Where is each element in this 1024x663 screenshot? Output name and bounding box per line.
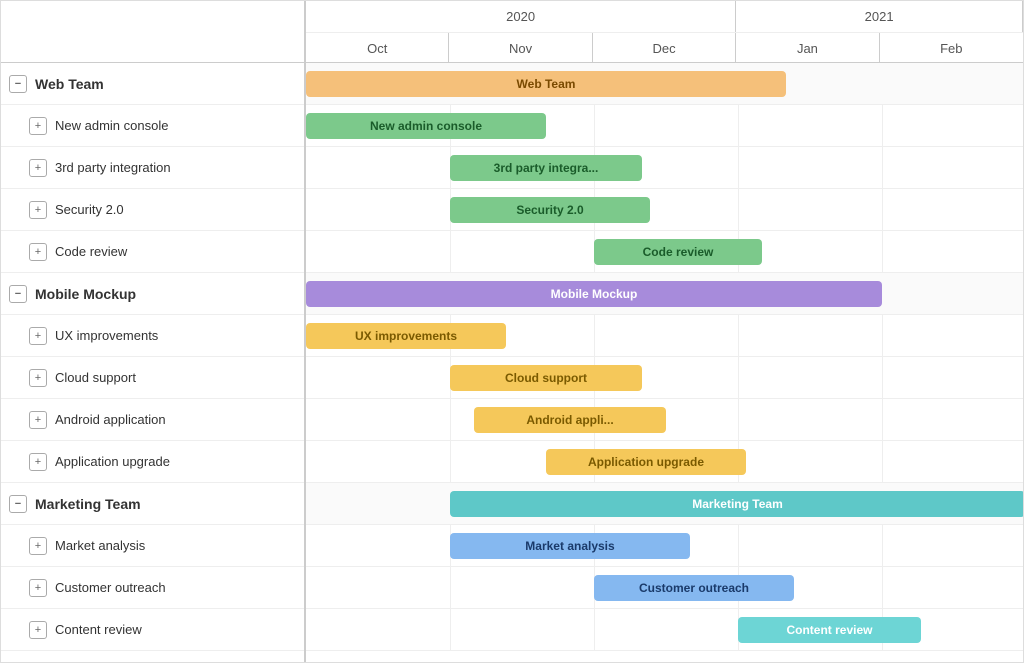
year-cell: 2020 [306,1,736,32]
gantt-child-row: Code review [306,231,1023,273]
gantt-child-row: New admin console [306,105,1023,147]
gantt-bar[interactable]: Mobile Mockup [306,281,882,307]
gantt-bar[interactable]: Cloud support [450,365,642,391]
task-label: Marketing Team [35,496,141,512]
year-cell: 2021 [736,1,1023,32]
collapse-icon[interactable]: − [9,75,27,93]
child-row-label: + Cloud support [1,357,304,399]
collapse-icon[interactable]: − [9,495,27,513]
child-row-label: + Code review [1,231,304,273]
gantt-body: Web Team New admin console 3rd party integ… [306,63,1023,651]
gantt-bar[interactable]: Customer outreach [594,575,794,601]
month-cell-dec: Dec [593,33,736,63]
month-cell-jan: Jan [736,33,879,63]
task-label: Customer outreach [55,580,166,595]
expand-icon[interactable]: + [29,327,47,345]
gantt-container: −Web Team+New admin console+3rd party in… [0,0,1024,663]
gantt-bar[interactable]: Code review [594,239,762,265]
child-row-label: + Application upgrade [1,441,304,483]
gantt-group-row: Marketing Team [306,483,1023,525]
expand-icon[interactable]: + [29,537,47,555]
child-row-label: + Security 2.0 [1,189,304,231]
task-label: Cloud support [55,370,136,385]
task-label: Web Team [35,76,104,92]
expand-icon[interactable]: + [29,411,47,429]
expand-icon[interactable]: + [29,621,47,639]
gantt-child-row: Cloud support [306,357,1023,399]
task-label: Code review [55,244,127,259]
month-row: OctNovDecJanFeb [306,32,1023,63]
child-row-label: + UX improvements [1,315,304,357]
group-row-label: −Mobile Mockup [1,273,304,315]
child-row-label: + Market analysis [1,525,304,567]
gantt-header: 20202021 OctNovDecJanFeb [306,1,1023,63]
task-label: Content review [55,622,142,637]
gantt-group-row: Mobile Mockup [306,273,1023,315]
gantt-child-row: Content review [306,609,1023,651]
gantt-bar[interactable]: 3rd party integra... [450,155,642,181]
task-label: Application upgrade [55,454,170,469]
gantt-bar[interactable]: Application upgrade [546,449,746,475]
gantt-bar[interactable]: UX improvements [306,323,506,349]
child-row-label: + New admin console [1,105,304,147]
gantt-chart: 20202021 OctNovDecJanFeb Web Team New adm… [306,1,1023,662]
child-row-label: + Customer outreach [1,567,304,609]
collapse-icon[interactable]: − [9,285,27,303]
task-label: Android application [55,412,166,427]
gantt-child-row: UX improvements [306,315,1023,357]
year-row: 20202021 [306,1,1023,32]
month-cell-oct: Oct [306,33,449,63]
expand-icon[interactable]: + [29,369,47,387]
task-label: 3rd party integration [55,160,171,175]
gantt-bar[interactable]: Security 2.0 [450,197,650,223]
gantt-child-row: Security 2.0 [306,189,1023,231]
gantt-bar[interactable]: Marketing Team [450,491,1023,517]
task-label: Security 2.0 [55,202,124,217]
task-list: −Web Team+New admin console+3rd party in… [1,1,306,662]
expand-icon[interactable]: + [29,453,47,471]
child-row-label: +3rd party integration [1,147,304,189]
gantt-bar[interactable]: Android appli... [474,407,666,433]
gantt-bar[interactable]: New admin console [306,113,546,139]
gantt-bar[interactable]: Market analysis [450,533,690,559]
task-label: Market analysis [55,538,145,553]
month-cell-nov: Nov [449,33,592,63]
child-row-label: + Content review [1,609,304,651]
gantt-bar[interactable]: Content review [738,617,921,643]
expand-icon[interactable]: + [29,117,47,135]
expand-icon[interactable]: + [29,243,47,261]
child-row-label: + Android application [1,399,304,441]
expand-icon[interactable]: + [29,159,47,177]
task-list-header [1,1,304,63]
gantt-bar[interactable]: Web Team [306,71,786,97]
task-rows: −Web Team+New admin console+3rd party in… [1,63,304,651]
expand-icon[interactable]: + [29,201,47,219]
task-label: New admin console [55,118,168,133]
group-row-label: −Marketing Team [1,483,304,525]
group-row-label: −Web Team [1,63,304,105]
task-label: UX improvements [55,328,158,343]
gantt-group-row: Web Team [306,63,1023,105]
gantt-child-row: Application upgrade [306,441,1023,483]
gantt-child-row: Customer outreach [306,567,1023,609]
task-label: Mobile Mockup [35,286,136,302]
gantt-child-row: Market analysis [306,525,1023,567]
month-cell-feb: Feb [880,33,1023,63]
gantt-child-row: 3rd party integra... [306,147,1023,189]
gantt-child-row: Android appli... [306,399,1023,441]
expand-icon[interactable]: + [29,579,47,597]
